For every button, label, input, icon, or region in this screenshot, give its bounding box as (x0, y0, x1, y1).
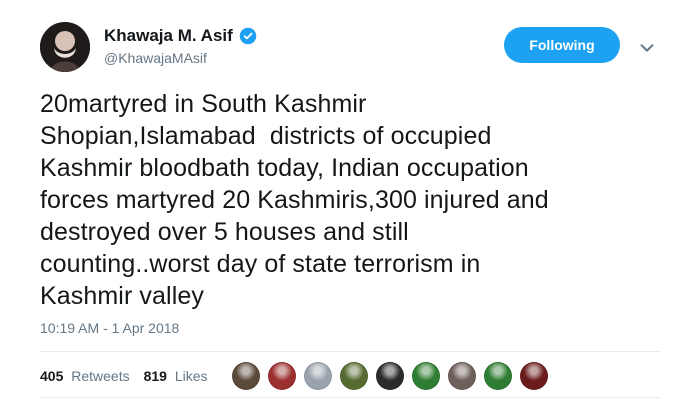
tweet-timestamp[interactable]: 10:19 AM - 1 Apr 2018 (40, 320, 179, 336)
retweets-count: 405 (40, 368, 64, 384)
author-name-line: Khawaja M. Asif (104, 26, 257, 46)
likes-label: Likes (174, 368, 208, 384)
liker-avatar[interactable] (448, 362, 476, 390)
retweets-label: Retweets (71, 368, 130, 384)
liker-avatar[interactable] (376, 362, 404, 390)
liker-avatar[interactable] (268, 362, 296, 390)
liker-avatar[interactable] (340, 362, 368, 390)
following-button[interactable]: Following (504, 27, 620, 63)
author-block: Khawaja M. Asif @KhawajaMAsif (104, 26, 257, 66)
tweet-header: Khawaja M. Asif @KhawajaMAsif Following (40, 22, 670, 72)
author-handle[interactable]: @KhawajaMAsif (104, 50, 257, 66)
chevron-down-icon[interactable] (640, 40, 654, 52)
retweets-stat[interactable]: 405 Retweets (40, 368, 130, 384)
liker-avatar[interactable] (412, 362, 440, 390)
liker-avatar[interactable] (304, 362, 332, 390)
liker-avatar[interactable] (520, 362, 548, 390)
verified-badge-icon (239, 27, 257, 45)
stats-divider-top (40, 351, 660, 352)
avatar[interactable] (40, 22, 90, 72)
tweet-text: 20martyred in South Kashmir Shopian,Isla… (40, 90, 549, 310)
liker-avatar-list (232, 362, 548, 390)
likes-stat[interactable]: 819 Likes (144, 368, 208, 384)
likes-count: 819 (143, 368, 167, 384)
liker-avatar[interactable] (232, 362, 260, 390)
author-display-name[interactable]: Khawaja M. Asif (104, 26, 233, 46)
liker-avatar[interactable] (484, 362, 512, 390)
liker-avatars (232, 362, 548, 390)
stats-divider-bottom (40, 397, 660, 398)
engagement-stats: 405 Retweets 819 Likes (40, 365, 208, 387)
